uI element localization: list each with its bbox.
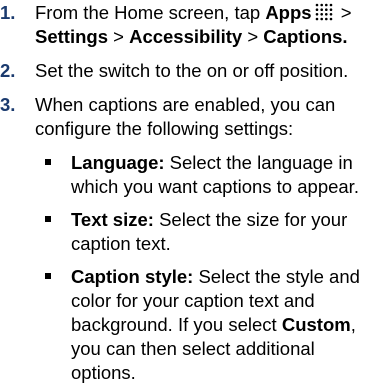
bullet-icon <box>45 159 51 165</box>
item-label: Text size: <box>71 209 154 230</box>
step-number: 1. <box>0 2 16 23</box>
step-text: Set the switch to the on or off position… <box>35 60 349 81</box>
apps-label: Apps <box>265 2 312 23</box>
settings-label: Settings <box>35 26 108 47</box>
separator: > <box>242 26 264 47</box>
separator: > <box>335 2 352 23</box>
captions-label: Captions. <box>263 26 348 47</box>
settings-list: Language: Select the language in which y… <box>0 151 386 385</box>
step-2: 2. Set the switch to the on or off posit… <box>0 59 386 83</box>
list-item-language: Language: Select the language in which y… <box>0 151 386 199</box>
instructions-document: 1. From the Home screen, tap Apps > Sett… <box>0 0 386 383</box>
accessibility-label: Accessibility <box>129 26 243 47</box>
step-number: 2. <box>0 60 16 81</box>
list-item-caption-style: Caption style: Select the style and colo… <box>0 265 386 385</box>
separator: > <box>107 26 130 47</box>
step-number: 3. <box>0 94 16 115</box>
custom-label: Custom <box>281 314 351 335</box>
bullet-icon <box>45 273 51 279</box>
step-1: 1. From the Home screen, tap Apps > Sett… <box>0 1 386 49</box>
step-text: When captions are enabled, you can confi… <box>35 94 336 139</box>
item-label: Caption style: <box>71 266 194 287</box>
apps-grid-icon <box>315 3 332 21</box>
item-label: Language: <box>71 152 165 173</box>
step-text: From the Home screen, tap <box>35 2 266 23</box>
bullet-icon <box>45 216 51 222</box>
list-item-text-size: Text size: Select the size for your capt… <box>0 208 386 256</box>
step-3: 3. When captions are enabled, you can co… <box>0 93 386 141</box>
